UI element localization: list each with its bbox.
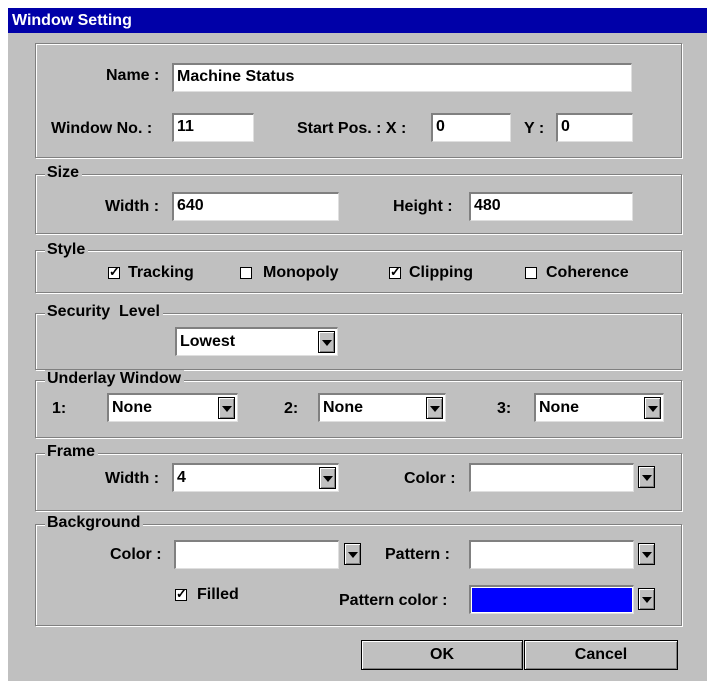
- cancel-button[interactable]: Cancel: [524, 640, 678, 670]
- bg-pattern-label: Pattern :: [385, 546, 450, 563]
- bg-color-swatch: [177, 543, 337, 567]
- checkmark-icon: ✓: [176, 586, 187, 601]
- frame-width-select[interactable]: 4: [172, 463, 339, 492]
- pattern-color-select[interactable]: [469, 585, 634, 614]
- frame-color-label: Color :: [404, 470, 456, 487]
- chevron-down-icon[interactable]: [644, 397, 661, 419]
- background-legend: Background: [45, 514, 144, 532]
- checkmark-icon: ✓: [390, 264, 401, 279]
- underlay-1-select[interactable]: None: [107, 393, 238, 422]
- underlay-3-select[interactable]: None: [534, 393, 664, 422]
- style-legend: Style: [45, 241, 89, 259]
- pattern-color-label: Pattern color :: [339, 592, 448, 609]
- start-x-field[interactable]: 0: [431, 113, 511, 142]
- clipping-checkbox[interactable]: ✓: [389, 264, 401, 279]
- monopoly-checkbox[interactable]: [240, 267, 252, 279]
- clipping-label: Clipping: [409, 264, 473, 281]
- bg-color-label: Color :: [110, 546, 162, 563]
- start-y-label: Y :: [524, 120, 545, 137]
- underlay-3-label: 3:: [497, 400, 512, 417]
- underlay-1-label: 1:: [52, 400, 67, 417]
- security-group: [35, 313, 682, 370]
- chevron-down-icon[interactable]: [638, 543, 655, 565]
- name-field[interactable]: Machine Status: [172, 63, 632, 92]
- size-width-field[interactable]: 640: [172, 192, 339, 221]
- window-no-label: Window No. :: [51, 120, 153, 137]
- start-pos-label: Start Pos. : X :: [297, 120, 407, 137]
- start-y-field[interactable]: 0: [556, 113, 633, 142]
- size-legend: Size: [45, 164, 83, 182]
- bg-color-select[interactable]: [174, 540, 339, 569]
- underlay-2-select[interactable]: None: [318, 393, 446, 422]
- pattern-color-swatch: [472, 588, 632, 612]
- security-level-value: Lowest: [180, 333, 236, 350]
- chevron-down-icon[interactable]: [638, 466, 655, 488]
- size-height-field[interactable]: 480: [469, 192, 633, 221]
- tracking-label: Tracking: [128, 264, 194, 281]
- filled-checkbox[interactable]: ✓: [175, 586, 187, 601]
- underlay-2-label: 2:: [284, 400, 299, 417]
- coherence-label: Coherence: [546, 264, 629, 281]
- size-height-label: Height :: [393, 198, 453, 215]
- chevron-down-icon[interactable]: [218, 397, 235, 419]
- bg-pattern-swatch: [472, 543, 632, 567]
- chevron-down-icon[interactable]: [318, 331, 335, 353]
- underlay-legend: Underlay Window: [45, 370, 185, 388]
- chevron-down-icon[interactable]: [319, 467, 336, 489]
- name-label: Name :: [106, 67, 160, 84]
- checkmark-icon: ✓: [109, 264, 120, 279]
- frame-width-label: Width :: [105, 470, 160, 487]
- ok-button[interactable]: OK: [361, 640, 523, 670]
- chevron-down-icon[interactable]: [638, 588, 655, 610]
- size-width-label: Width :: [105, 198, 160, 215]
- filled-label: Filled: [197, 586, 239, 603]
- security-level-select[interactable]: Lowest: [175, 327, 338, 356]
- frame-color-select[interactable]: [469, 463, 634, 492]
- security-legend: Security Level: [45, 303, 163, 321]
- frame-color-swatch: [472, 466, 632, 490]
- monopoly-label: Monopoly: [263, 264, 339, 281]
- coherence-checkbox[interactable]: [525, 267, 537, 279]
- window-no-field[interactable]: 11: [172, 113, 254, 142]
- chevron-down-icon[interactable]: [344, 543, 361, 565]
- chevron-down-icon[interactable]: [426, 397, 443, 419]
- frame-legend: Frame: [45, 443, 99, 461]
- tracking-checkbox[interactable]: ✓: [108, 264, 120, 279]
- dialog-title: Window Setting: [8, 8, 707, 33]
- bg-pattern-select[interactable]: [469, 540, 634, 569]
